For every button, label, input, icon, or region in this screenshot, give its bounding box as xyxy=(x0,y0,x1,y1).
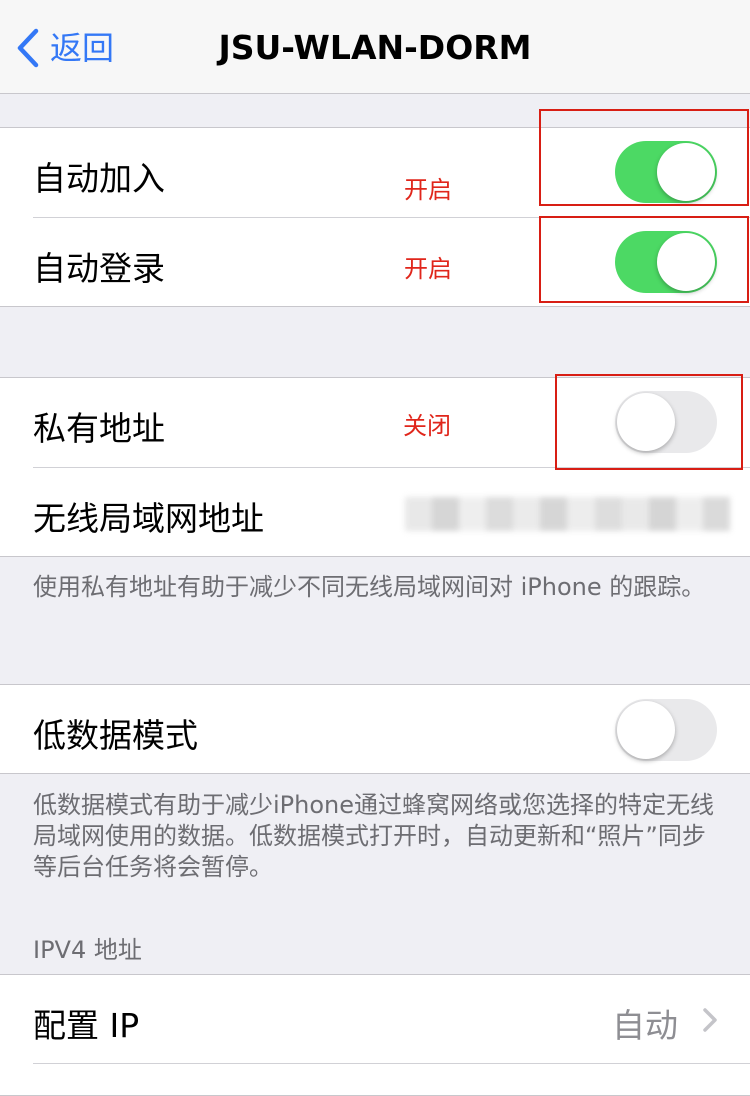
configure-ip-label: 配置 IP xyxy=(33,1006,140,1045)
low-data-group: 低数据模式 xyxy=(0,684,750,774)
low-data-mode-label: 低数据模式 xyxy=(33,716,198,755)
wlan-address-value-redacted xyxy=(405,497,730,531)
low-data-footnote: 低数据模式有助于减少iPhone通过蜂窝网络或您选择的特定无线局域网使用的数据。… xyxy=(33,791,715,881)
auto-join-annotation: 开启 xyxy=(404,176,452,204)
auto-login-label: 自动登录 xyxy=(33,249,165,288)
ipv4-group: 配置 IP 自动 xyxy=(0,974,750,1096)
page-title: JSU-WLAN-DORM xyxy=(218,28,532,67)
private-address-footnote: 使用私有地址有助于减少不同无线局域网间对 iPhone 的跟踪。 xyxy=(33,573,706,601)
low-data-mode-row: 低数据模式 xyxy=(0,685,750,773)
private-address-annotation: 关闭 xyxy=(403,412,451,440)
wlan-address-label: 无线局域网地址 xyxy=(33,499,264,538)
low-data-mode-toggle[interactable] xyxy=(615,699,717,761)
navigation-bar: 返回 JSU-WLAN-DORM xyxy=(0,0,750,94)
auto-login-highlight-box xyxy=(539,216,749,303)
auto-login-annotation: 开启 xyxy=(404,255,452,283)
toggle-knob xyxy=(617,701,675,759)
configure-ip-row[interactable]: 配置 IP 自动 xyxy=(0,975,750,1063)
private-address-highlight-box xyxy=(555,374,743,470)
row-separator xyxy=(33,1063,750,1064)
auto-join-label: 自动加入 xyxy=(33,159,165,198)
ipv4-section-header: IPV4 地址 xyxy=(33,936,142,964)
auto-join-highlight-box xyxy=(539,109,749,206)
private-address-label: 私有地址 xyxy=(33,409,165,448)
configure-ip-value: 自动 xyxy=(612,1006,678,1045)
chevron-right-icon xyxy=(702,1007,718,1037)
